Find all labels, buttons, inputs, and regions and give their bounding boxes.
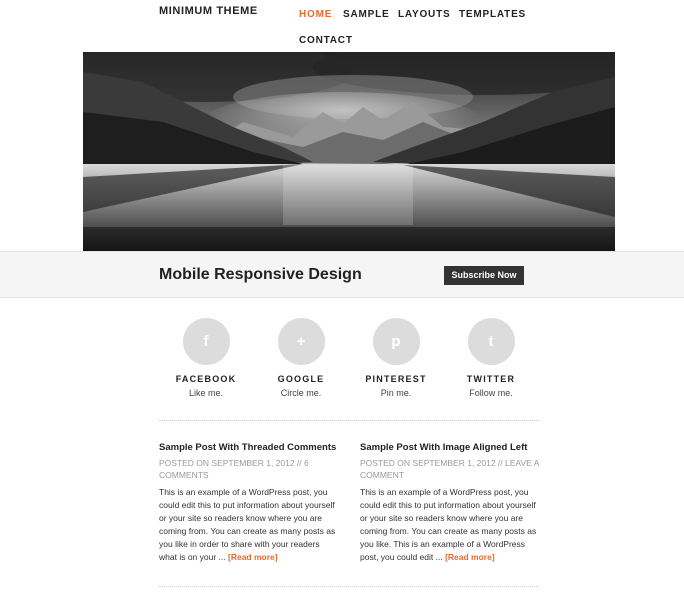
post-title[interactable]: Sample Post With Image Aligned Left [360, 441, 540, 454]
post-excerpt-text: This is an example of a WordPress post, … [159, 487, 336, 562]
post-meta: POSTED ON SEPTEMBER 1, 2012 // LEAVE A C… [360, 458, 539, 480]
band-title: Mobile Responsive Design [159, 266, 362, 283]
post-card: Sample Post With Threaded Comments POSTE… [159, 441, 339, 564]
post-excerpt: This is an example of a WordPress post, … [159, 486, 339, 564]
nav-contact[interactable]: CONTACT [299, 35, 353, 46]
divider [159, 586, 539, 587]
social-google: + GOOGLE Circle me. [251, 318, 351, 398]
divider [159, 420, 539, 421]
post-excerpt: This is an example of a WordPress post, … [360, 486, 540, 564]
post-card: Sample Post With Image Aligned Left POST… [360, 441, 540, 564]
social-tagline: Follow me. [469, 388, 513, 398]
pinterest-icon[interactable]: p [372, 318, 420, 365]
promo-band: Mobile Responsive Design Subscribe Now [0, 251, 684, 298]
post-excerpt-text: This is an example of a WordPress post, … [360, 487, 537, 562]
social-tagline: Circle me. [280, 388, 322, 398]
hero-image [83, 52, 615, 251]
read-more-link[interactable]: [Read more] [445, 552, 495, 562]
subscribe-button[interactable]: Subscribe Now [444, 266, 524, 285]
nav-templates[interactable]: TEMPLATES [459, 9, 526, 20]
social-name[interactable]: TWITTER [441, 374, 541, 384]
nav-home[interactable]: HOME [299, 9, 332, 20]
social-tagline: Pin me. [380, 388, 412, 398]
post-title[interactable]: Sample Post With Threaded Comments [159, 441, 339, 454]
social-pinterest: p PINTEREST Pin me. [346, 318, 446, 398]
nav-layouts[interactable]: LAYOUTS [398, 9, 450, 20]
twitter-icon[interactable]: t [467, 318, 515, 365]
nav-sample[interactable]: SAMPLE [343, 9, 389, 20]
post-meta: POSTED ON SEPTEMBER 1, 2012 // 6 COMMENT… [159, 458, 309, 480]
social-name[interactable]: PINTEREST [346, 374, 446, 384]
social-facebook: f FACEBOOK Like me. [156, 318, 256, 398]
social-twitter: t TWITTER Follow me. [441, 318, 541, 398]
facebook-icon[interactable]: f [182, 318, 230, 365]
site-title[interactable]: MINIMUM THEME [159, 5, 258, 17]
social-tagline: Like me. [188, 388, 223, 398]
social-name[interactable]: FACEBOOK [156, 374, 256, 384]
plus-icon[interactable]: + [277, 318, 325, 365]
read-more-link[interactable]: [Read more] [228, 552, 278, 562]
social-name[interactable]: GOOGLE [251, 374, 351, 384]
